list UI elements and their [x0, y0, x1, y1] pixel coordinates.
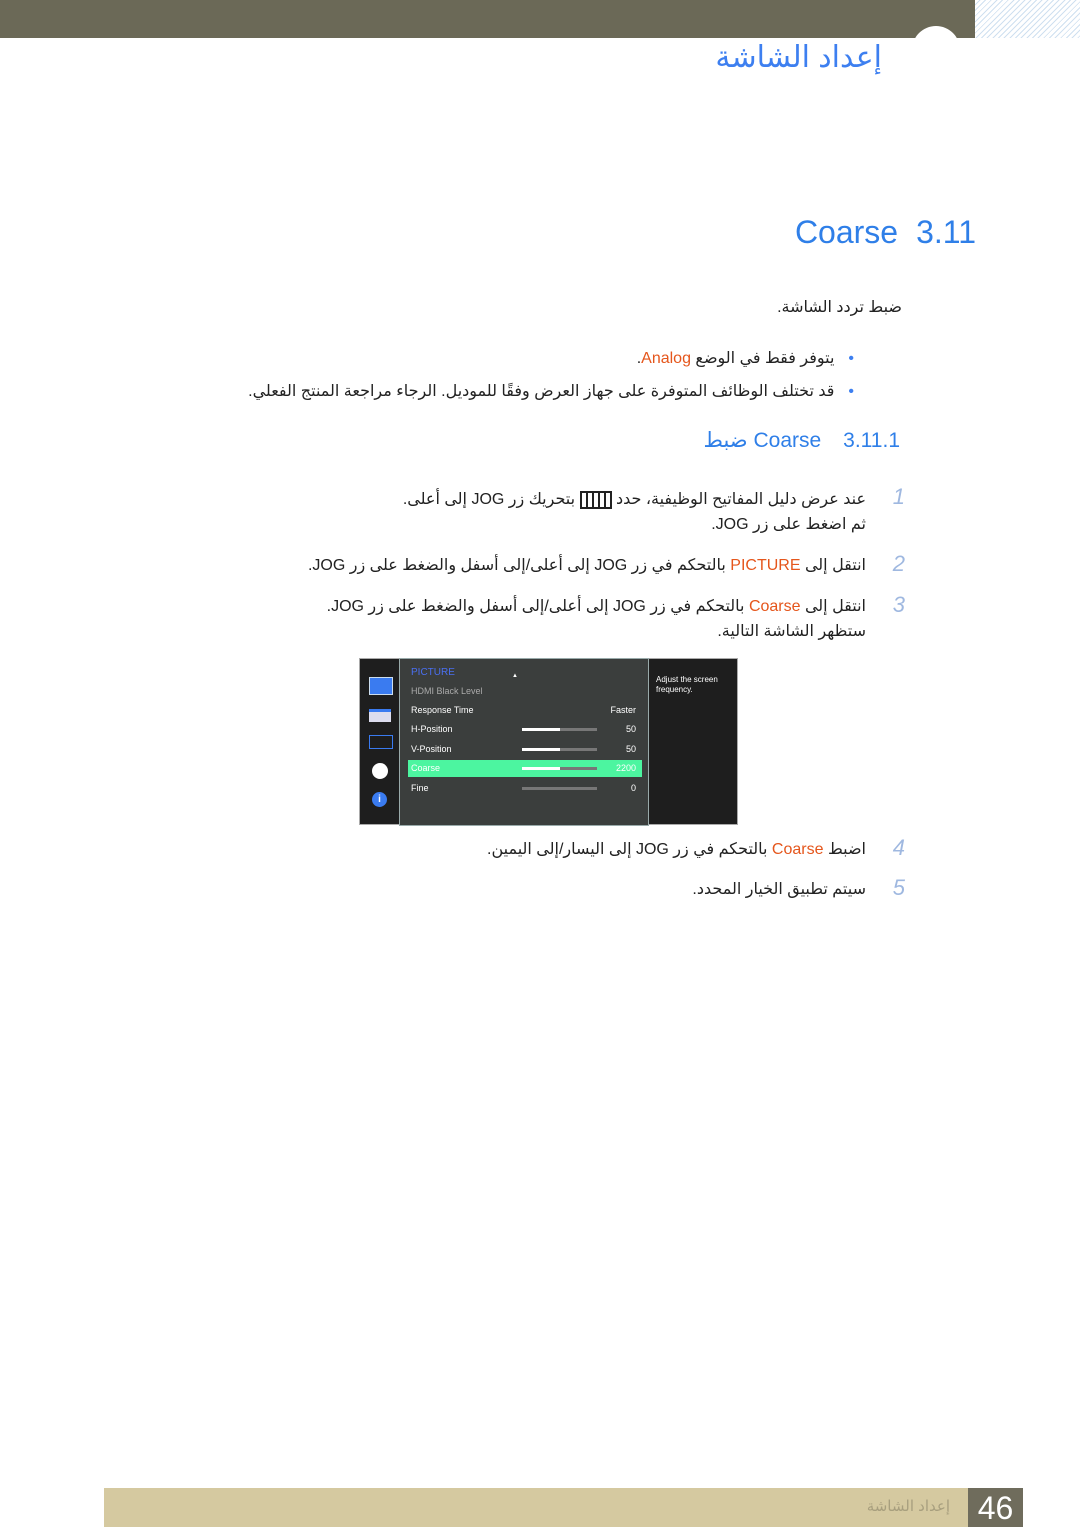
highlight: PICTURE: [730, 557, 801, 574]
highlight: Analog: [641, 350, 691, 367]
bullet-icon: •: [848, 383, 854, 400]
scroll-up-icon: ▲: [512, 673, 518, 679]
step-4: اضبط Coarse بالتحكم في زر JOG إلى اليسار…: [487, 839, 866, 859]
row-label: H-Position: [411, 724, 453, 734]
osd-sidebar: i: [360, 659, 398, 824]
step-number: 3: [892, 592, 905, 617]
step-number: 4: [892, 835, 905, 860]
chapter-title: إعداد الشاشة: [715, 41, 882, 74]
subsection-heading: ضبط Coarse 3.11.1: [682, 428, 900, 453]
step-1-line2: ثم اضغط على زر JOG.: [711, 516, 866, 533]
settings-grid-icon: [579, 490, 612, 509]
chapter-tab: [912, 26, 960, 74]
bullet-1: •يتوفر فقط في الوضع Analog.: [637, 348, 854, 368]
row-label: Response Time: [411, 705, 474, 715]
text: انتقل إلى: [800, 557, 866, 574]
slider[interactable]: [522, 767, 597, 770]
slider[interactable]: [522, 748, 597, 751]
row-label: Fine: [411, 783, 429, 793]
row-value: Faster: [610, 705, 636, 715]
text: اضبط: [823, 841, 866, 858]
osd-row[interactable]: HDMI Black Level: [408, 683, 642, 700]
slider[interactable]: [522, 728, 597, 731]
text: بالتحكم في زر JOG إلى اليسار/إلى اليمين.: [487, 841, 772, 858]
text: بتحريك زر JOG إلى أعلى.: [402, 491, 580, 508]
row-value: 50: [625, 744, 636, 754]
text: عند عرض دليل المفاتيح الوظيفية، حدد: [611, 491, 866, 508]
step-5: سيتم تطبيق الخيار المحدد.: [692, 881, 866, 898]
text: يتوفر فقط في الوضع: [690, 350, 835, 367]
row-label: V-Position: [411, 744, 452, 754]
row-value: 50: [625, 724, 636, 734]
subsection-number: 3.11.1: [843, 429, 900, 452]
osd-row[interactable]: Fine 0: [408, 780, 642, 797]
osd-help-text: Adjust the screen frequency.: [656, 675, 718, 694]
section-number: 3.11: [916, 214, 976, 250]
text: بالتحكم في زر JOG إلى أعلى/إلى أسفل والض…: [326, 598, 749, 615]
osd-row[interactable]: V-Position 50: [408, 741, 642, 758]
osd-row[interactable]: Response Time Faster: [408, 702, 642, 719]
row-value: 0: [630, 783, 636, 793]
row-label: Coarse: [411, 763, 441, 773]
step-number: 1: [892, 484, 905, 509]
header-bar: [0, 0, 975, 38]
footer-title: إعداد الشاشة: [866, 1498, 950, 1515]
highlight: Coarse: [748, 598, 801, 615]
size-position-icon: [369, 735, 393, 749]
osd-row[interactable]: H-Position 50: [408, 721, 642, 738]
slider[interactable]: [522, 787, 597, 790]
section-heading: Coarse 3.11: [777, 214, 976, 251]
step-3-line2: ستظهر الشاشة التالية.: [717, 623, 866, 640]
step-2: انتقل إلى PICTURE بالتحكم في زر JOG إلى …: [308, 555, 866, 575]
step-number: 5: [892, 875, 905, 900]
osd-menu-screenshot: i PICTURE ▲ HDMI Black Level Response Ti…: [359, 658, 738, 826]
section-title: Coarse: [794, 214, 899, 250]
highlight: Coarse: [771, 841, 824, 858]
text: قد تختلف الوظائف المتوفرة على جهاز العرض…: [248, 383, 835, 400]
text: بالتحكم في زر JOG إلى أعلى/إلى أسفل والض…: [307, 557, 731, 574]
gear-icon: [372, 763, 388, 779]
menu-icon: [369, 709, 391, 722]
header-pattern: [975, 0, 1080, 38]
monitor-icon: [369, 677, 393, 695]
footer-bar: [104, 1488, 968, 1527]
osd-panel: PICTURE ▲ HDMI Black Level Response Time…: [399, 658, 649, 826]
step-1: عند عرض دليل المفاتيح الوظيفية، حدد بتحر…: [403, 489, 866, 509]
intro-text: ضبط تردد الشاشة.: [777, 299, 902, 316]
row-label: HDMI Black Level: [411, 686, 483, 696]
osd-title: PICTURE: [411, 667, 455, 678]
step-3: انتقل إلى Coarse بالتحكم في زر JOG إلى أ…: [327, 596, 866, 616]
step-number: 2: [892, 551, 905, 576]
text: انتقل إلى: [800, 598, 866, 615]
osd-row-selected[interactable]: Coarse 2200: [408, 760, 642, 777]
row-value: 2200: [615, 763, 636, 773]
info-icon: i: [372, 792, 387, 807]
page-number: 46: [968, 1488, 1023, 1527]
bullet-2: • قد تختلف الوظائف المتوفرة على جهاز العر…: [248, 381, 854, 401]
bullet-icon: •: [848, 350, 854, 367]
subsection-title: ضبط Coarse: [703, 429, 822, 452]
